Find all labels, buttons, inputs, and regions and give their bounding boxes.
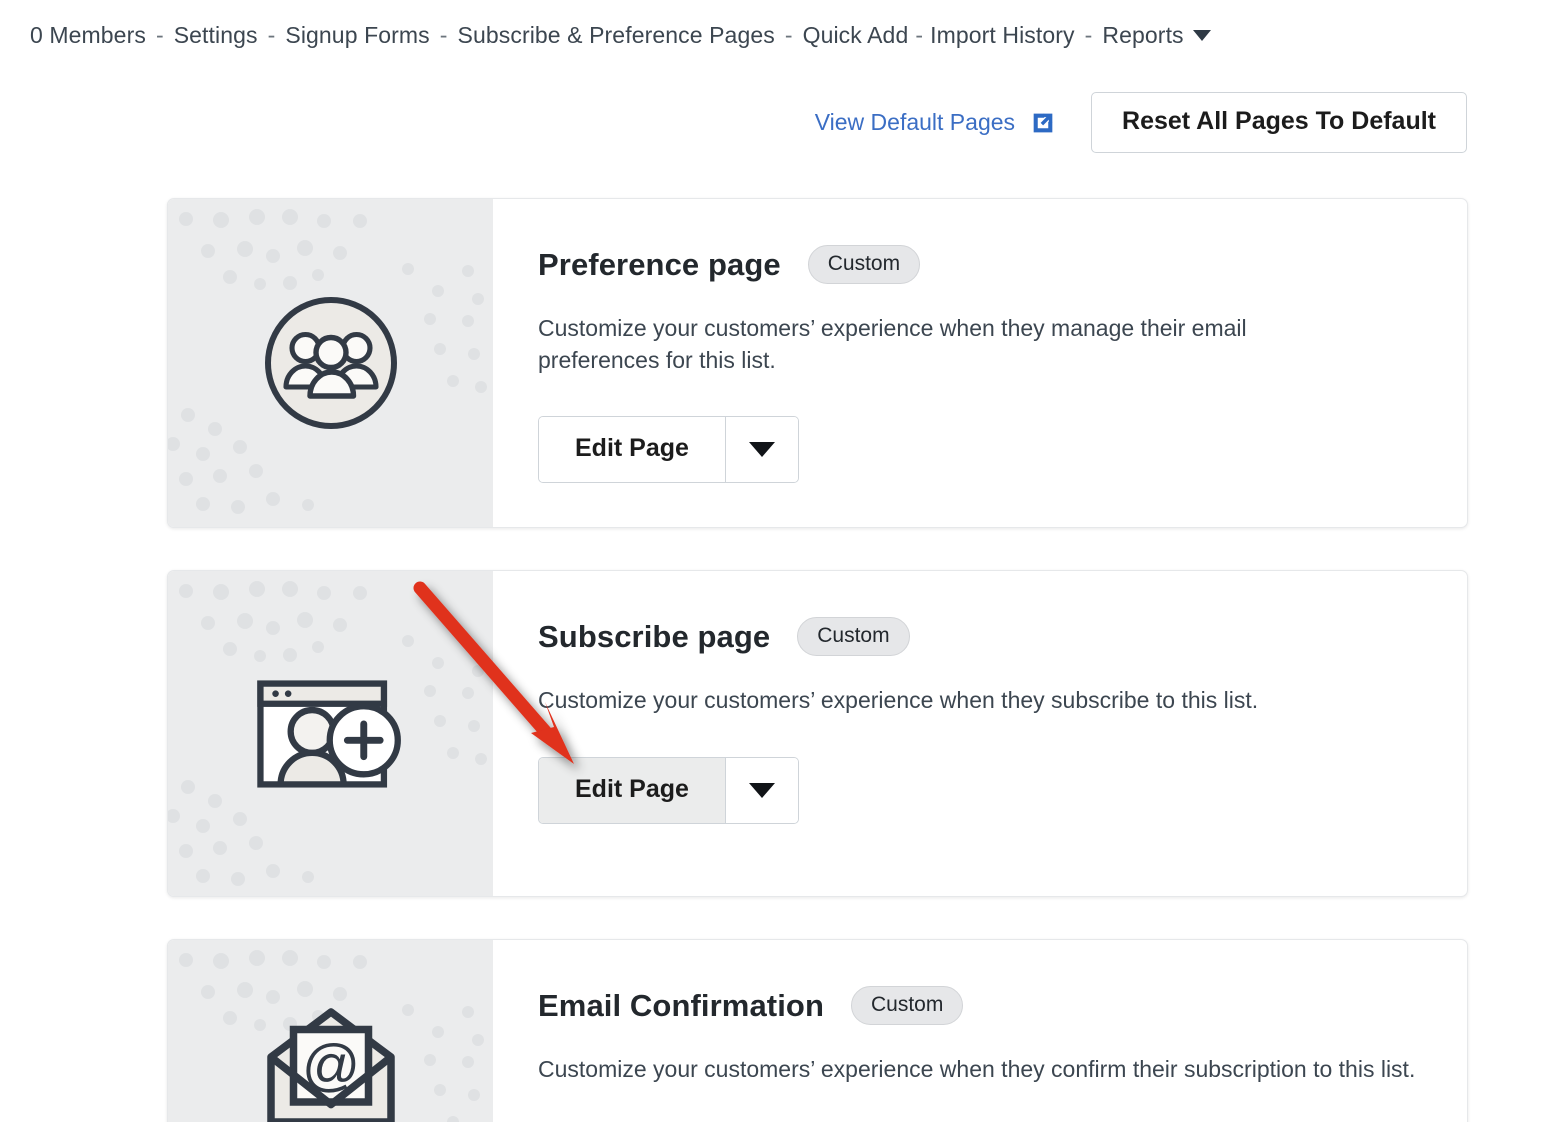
breadcrumb-nav: 0 Members - Settings - Signup Forms - Su… (30, 22, 1211, 49)
reset-all-pages-button[interactable]: Reset All Pages To Default (1091, 92, 1467, 153)
nav-separator: - (146, 22, 174, 49)
nav-separator: - (775, 22, 803, 49)
edit-page-dropdown-toggle[interactable] (726, 758, 798, 823)
external-link-icon (1029, 109, 1057, 137)
edit-page-split-button-preference[interactable]: Edit Page (538, 416, 799, 483)
chevron-down-icon[interactable] (1193, 30, 1211, 41)
nav-separator: - (430, 22, 458, 49)
card-body-preference-page: Preference page Custom Customize your cu… (493, 199, 1467, 527)
people-circle-icon (256, 288, 406, 438)
nav-item-members[interactable]: 0 Members (30, 22, 146, 49)
status-badge: Custom (797, 617, 909, 656)
nav-item-quick-add[interactable]: Quick Add (803, 22, 909, 49)
card-title: Email Confirmation (538, 988, 824, 1024)
card-description: Customize your customers’ experience whe… (538, 1053, 1418, 1085)
card-header-row: Preference page Custom (538, 245, 1427, 284)
card-thumbnail-preference-page (168, 199, 493, 527)
card-thumbnail-email-confirmation: @ (168, 940, 493, 1122)
card-title: Preference page (538, 247, 781, 283)
nav-separator: - (258, 22, 286, 49)
card-header-row: Email Confirmation Custom (538, 986, 1427, 1025)
header-actions: View Default Pages Reset All Pages To De… (815, 92, 1467, 153)
nav-item-import-history[interactable]: Import History (930, 22, 1075, 49)
card-header-row: Subscribe page Custom (538, 617, 1427, 656)
caret-down-icon (749, 442, 775, 457)
nav-separator: - (1075, 22, 1103, 49)
edit-page-button[interactable]: Edit Page (539, 758, 725, 823)
edit-page-split-button-subscribe[interactable]: Edit Page (538, 757, 799, 824)
card-title: Subscribe page (538, 619, 770, 655)
card-email-confirmation: @ Email Confirmation Custom Customize yo… (167, 939, 1468, 1122)
view-default-pages-label: View Default Pages (815, 109, 1015, 136)
envelope-at-icon: @ (256, 1007, 406, 1122)
page-root: 0 Members - Settings - Signup Forms - Su… (0, 0, 1562, 1122)
status-badge: Custom (808, 245, 920, 284)
edit-page-dropdown-toggle[interactable] (726, 417, 798, 482)
card-thumbnail-subscribe-page (168, 571, 493, 896)
nav-item-reports[interactable]: Reports (1102, 22, 1183, 49)
pages-card-list: Preference page Custom Customize your cu… (167, 198, 1468, 1122)
edit-page-button[interactable]: Edit Page (539, 417, 725, 482)
browser-add-person-icon (255, 671, 407, 797)
status-badge: Custom (851, 986, 963, 1025)
card-description: Customize your customers’ experience whe… (538, 684, 1418, 716)
view-default-pages-link[interactable]: View Default Pages (815, 109, 1057, 137)
nav-item-signup-forms[interactable]: Signup Forms (285, 22, 429, 49)
card-description: Customize your customers’ experience whe… (538, 312, 1328, 376)
card-subscribe-page: Subscribe page Custom Customize your cus… (167, 570, 1468, 897)
nav-separator: - (908, 22, 930, 49)
card-body-subscribe-page: Subscribe page Custom Customize your cus… (493, 571, 1467, 896)
caret-down-icon (749, 783, 775, 798)
card-preference-page: Preference page Custom Customize your cu… (167, 198, 1468, 528)
card-body-email-confirmation: Email Confirmation Custom Customize your… (493, 940, 1467, 1122)
nav-item-settings[interactable]: Settings (174, 22, 258, 49)
nav-item-subscribe-preference-pages[interactable]: Subscribe & Preference Pages (458, 22, 775, 49)
